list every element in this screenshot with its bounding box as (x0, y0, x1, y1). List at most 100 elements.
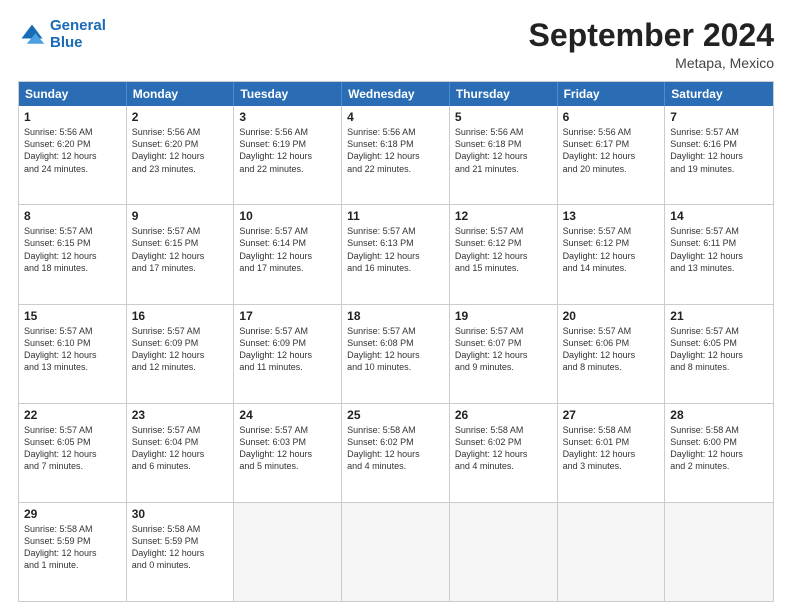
cal-cell-1-4: 5 Sunrise: 5:56 AM Sunset: 6:18 PM Daylig… (450, 106, 558, 204)
cal-cell-1-6: 7 Sunrise: 5:57 AM Sunset: 6:16 PM Daylig… (665, 106, 773, 204)
calendar-header: Sunday Monday Tuesday Wednesday Thursday… (19, 82, 773, 106)
cell-info: Sunrise: 5:57 AM Sunset: 6:11 PM Dayligh… (670, 225, 768, 274)
cal-cell-2-0: 8Sunrise: 5:57 AM Sunset: 6:15 PM Daylig… (19, 205, 127, 303)
header-saturday: Saturday (665, 82, 773, 106)
day-number: 10 (239, 209, 336, 223)
cell-info: Sunrise: 5:57 AM Sunset: 6:05 PM Dayligh… (24, 424, 121, 473)
day-number: 27 (563, 408, 660, 422)
cell-info: Sunrise: 5:57 AM Sunset: 6:10 PM Dayligh… (24, 325, 121, 374)
cell-info: Sunrise: 5:57 AM Sunset: 6:08 PM Dayligh… (347, 325, 444, 374)
cal-cell-4-4: 26 Sunrise: 5:58 AM Sunset: 6:02 PM Dayli… (450, 404, 558, 502)
day-number: 5 (455, 110, 552, 124)
cell-info: Sunrise: 5:57 AM Sunset: 6:13 PM Dayligh… (347, 225, 444, 274)
day-number: 22 (24, 408, 121, 422)
cal-cell-5-3 (342, 503, 450, 601)
day-number: 30 (132, 507, 229, 521)
cal-cell-5-0: 29 Sunrise: 5:58 AM Sunset: 5:59 PM Dayli… (19, 503, 127, 601)
day-number: 1 (24, 110, 121, 124)
header-friday: Friday (558, 82, 666, 106)
cal-cell-4-2: 24Sunrise: 5:57 AM Sunset: 6:03 PM Dayli… (234, 404, 342, 502)
cal-cell-2-2: 10 Sunrise: 5:57 AM Sunset: 6:14 PM Dayli… (234, 205, 342, 303)
header-monday: Monday (127, 82, 235, 106)
header-wednesday: Wednesday (342, 82, 450, 106)
cell-info: Sunrise: 5:56 AM Sunset: 6:19 PM Dayligh… (239, 126, 336, 175)
header-thursday: Thursday (450, 82, 558, 106)
day-number: 25 (347, 408, 444, 422)
location: Metapa, Mexico (529, 55, 774, 71)
cal-cell-4-0: 22 Sunrise: 5:57 AM Sunset: 6:05 PM Dayli… (19, 404, 127, 502)
cal-cell-4-3: 25 Sunrise: 5:58 AM Sunset: 6:02 PM Dayli… (342, 404, 450, 502)
cell-info: Sunrise: 5:57 AM Sunset: 6:16 PM Dayligh… (670, 126, 768, 175)
day-number: 13 (563, 209, 660, 223)
header: General Blue September 2024 Metapa, Mexi… (18, 18, 774, 71)
cell-info: Sunrise: 5:57 AM Sunset: 6:09 PM Dayligh… (239, 325, 336, 374)
cell-info: Sunrise: 5:56 AM Sunset: 6:18 PM Dayligh… (455, 126, 552, 175)
cal-cell-4-1: 23 Sunrise: 5:57 AM Sunset: 6:04 PM Dayli… (127, 404, 235, 502)
day-number: 6 (563, 110, 660, 124)
day-number: 14 (670, 209, 768, 223)
cal-cell-5-5 (558, 503, 666, 601)
cal-cell-2-1: 9 Sunrise: 5:57 AM Sunset: 6:15 PM Daylig… (127, 205, 235, 303)
cell-info: Sunrise: 5:57 AM Sunset: 6:12 PM Dayligh… (455, 225, 552, 274)
day-number: 7 (670, 110, 768, 124)
day-number: 28 (670, 408, 768, 422)
cal-cell-5-1: 30Sunrise: 5:58 AM Sunset: 5:59 PM Dayli… (127, 503, 235, 601)
cal-cell-1-5: 6 Sunrise: 5:56 AM Sunset: 6:17 PM Daylig… (558, 106, 666, 204)
cal-cell-3-2: 17Sunrise: 5:57 AM Sunset: 6:09 PM Dayli… (234, 305, 342, 403)
day-number: 19 (455, 309, 552, 323)
cell-info: Sunrise: 5:58 AM Sunset: 6:02 PM Dayligh… (347, 424, 444, 473)
cell-info: Sunrise: 5:56 AM Sunset: 6:20 PM Dayligh… (132, 126, 229, 175)
day-number: 3 (239, 110, 336, 124)
day-number: 12 (455, 209, 552, 223)
logo-text: General Blue (50, 18, 106, 51)
cal-cell-2-3: 11 Sunrise: 5:57 AM Sunset: 6:13 PM Dayli… (342, 205, 450, 303)
title-area: September 2024 Metapa, Mexico (529, 18, 774, 71)
cell-info: Sunrise: 5:58 AM Sunset: 6:01 PM Dayligh… (563, 424, 660, 473)
day-number: 23 (132, 408, 229, 422)
header-tuesday: Tuesday (234, 82, 342, 106)
calendar: Sunday Monday Tuesday Wednesday Thursday… (18, 81, 774, 602)
cell-info: Sunrise: 5:57 AM Sunset: 6:14 PM Dayligh… (239, 225, 336, 274)
cell-info: Sunrise: 5:56 AM Sunset: 6:17 PM Dayligh… (563, 126, 660, 175)
cal-cell-3-1: 16Sunrise: 5:57 AM Sunset: 6:09 PM Dayli… (127, 305, 235, 403)
day-number: 29 (24, 507, 121, 521)
cal-cell-1-3: 4Sunrise: 5:56 AM Sunset: 6:18 PM Daylig… (342, 106, 450, 204)
week-row-5: 29 Sunrise: 5:58 AM Sunset: 5:59 PM Dayli… (19, 502, 773, 601)
day-number: 16 (132, 309, 229, 323)
cal-cell-5-6 (665, 503, 773, 601)
cell-info: Sunrise: 5:57 AM Sunset: 6:03 PM Dayligh… (239, 424, 336, 473)
cal-cell-3-3: 18 Sunrise: 5:57 AM Sunset: 6:08 PM Dayli… (342, 305, 450, 403)
page: General Blue September 2024 Metapa, Mexi… (0, 0, 792, 612)
cell-info: Sunrise: 5:58 AM Sunset: 6:00 PM Dayligh… (670, 424, 768, 473)
cell-info: Sunrise: 5:57 AM Sunset: 6:04 PM Dayligh… (132, 424, 229, 473)
cell-info: Sunrise: 5:57 AM Sunset: 6:05 PM Dayligh… (670, 325, 768, 374)
cell-info: Sunrise: 5:56 AM Sunset: 6:18 PM Dayligh… (347, 126, 444, 175)
cell-info: Sunrise: 5:58 AM Sunset: 6:02 PM Dayligh… (455, 424, 552, 473)
week-row-3: 15 Sunrise: 5:57 AM Sunset: 6:10 PM Dayli… (19, 304, 773, 403)
week-row-2: 8Sunrise: 5:57 AM Sunset: 6:15 PM Daylig… (19, 204, 773, 303)
cal-cell-2-6: 14 Sunrise: 5:57 AM Sunset: 6:11 PM Dayli… (665, 205, 773, 303)
cal-cell-3-6: 21Sunrise: 5:57 AM Sunset: 6:05 PM Dayli… (665, 305, 773, 403)
cell-info: Sunrise: 5:57 AM Sunset: 6:06 PM Dayligh… (563, 325, 660, 374)
cell-info: Sunrise: 5:56 AM Sunset: 6:20 PM Dayligh… (24, 126, 121, 175)
day-number: 9 (132, 209, 229, 223)
cal-cell-1-1: 2 Sunrise: 5:56 AM Sunset: 6:20 PM Daylig… (127, 106, 235, 204)
day-number: 11 (347, 209, 444, 223)
cal-cell-5-4 (450, 503, 558, 601)
day-number: 18 (347, 309, 444, 323)
day-number: 15 (24, 309, 121, 323)
cal-cell-4-5: 27 Sunrise: 5:58 AM Sunset: 6:01 PM Dayli… (558, 404, 666, 502)
header-sunday: Sunday (19, 82, 127, 106)
cell-info: Sunrise: 5:58 AM Sunset: 5:59 PM Dayligh… (24, 523, 121, 572)
logo: General Blue (18, 18, 106, 51)
cal-cell-2-4: 12 Sunrise: 5:57 AM Sunset: 6:12 PM Dayli… (450, 205, 558, 303)
cell-info: Sunrise: 5:57 AM Sunset: 6:15 PM Dayligh… (132, 225, 229, 274)
cal-cell-3-0: 15 Sunrise: 5:57 AM Sunset: 6:10 PM Dayli… (19, 305, 127, 403)
week-row-4: 22 Sunrise: 5:57 AM Sunset: 6:05 PM Dayli… (19, 403, 773, 502)
week-row-1: 1 Sunrise: 5:56 AM Sunset: 6:20 PM Daylig… (19, 106, 773, 204)
cal-cell-3-5: 20Sunrise: 5:57 AM Sunset: 6:06 PM Dayli… (558, 305, 666, 403)
day-number: 2 (132, 110, 229, 124)
calendar-body: 1 Sunrise: 5:56 AM Sunset: 6:20 PM Daylig… (19, 106, 773, 601)
cal-cell-4-6: 28 Sunrise: 5:58 AM Sunset: 6:00 PM Dayli… (665, 404, 773, 502)
day-number: 26 (455, 408, 552, 422)
